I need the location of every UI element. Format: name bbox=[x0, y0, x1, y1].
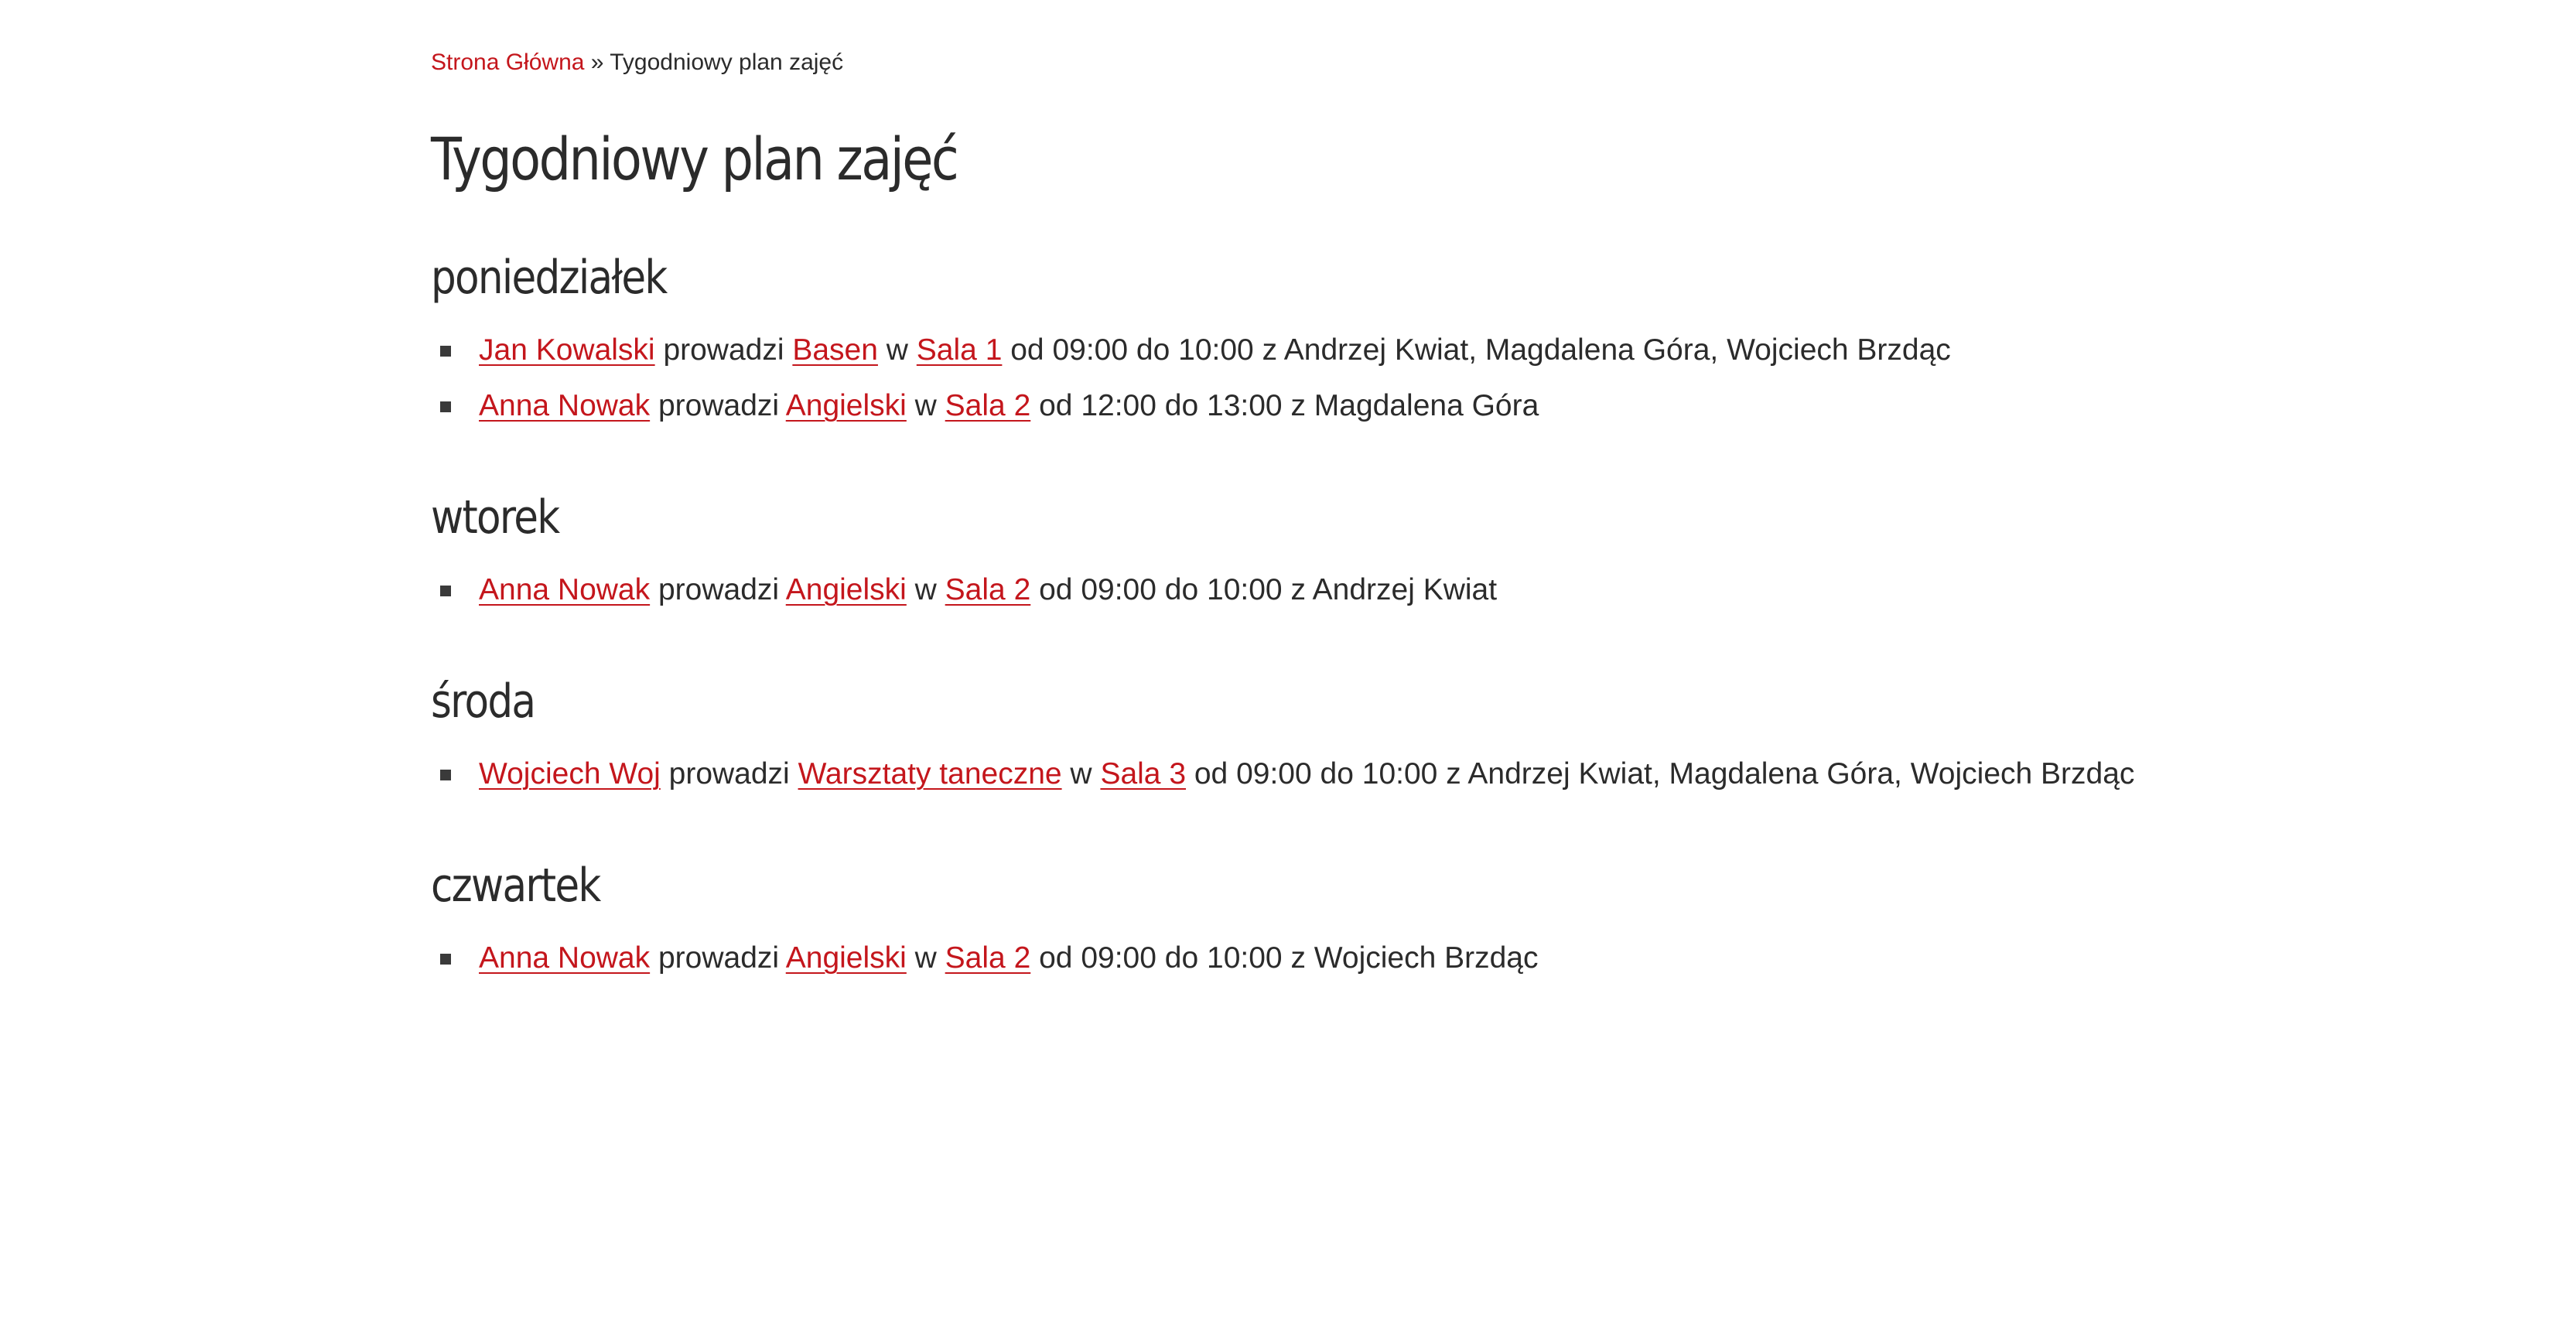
teacher-link[interactable]: Anna Nowak bbox=[479, 941, 650, 975]
text-leads: prowadzi bbox=[650, 573, 786, 607]
list-bullet bbox=[440, 770, 451, 781]
room-link[interactable]: Sala 2 bbox=[945, 389, 1031, 422]
end-time: 13:00 bbox=[1207, 389, 1283, 423]
text-from: od bbox=[1002, 333, 1053, 367]
end-time: 10:00 bbox=[1361, 757, 1438, 791]
participants: Andrzej Kwiat, Magdalena Góra, Wojciech … bbox=[1467, 757, 2135, 791]
list-bullet bbox=[440, 954, 451, 965]
breadcrumb-separator: » bbox=[584, 50, 610, 75]
teacher-link[interactable]: Jan Kowalski bbox=[479, 333, 655, 367]
day-section: czwartek Anna Nowak prowadzi Angielski w … bbox=[431, 858, 2210, 986]
start-time: 09:00 bbox=[1081, 941, 1156, 975]
start-time: 12:00 bbox=[1081, 389, 1156, 423]
participants: Andrzej Kwiat bbox=[1312, 573, 1498, 607]
list-bullet bbox=[440, 586, 451, 597]
text-with: z bbox=[1282, 941, 1314, 975]
activity-link[interactable]: Basen bbox=[792, 333, 878, 367]
breadcrumb: Strona Główna » Tygodniowy plan zajęć bbox=[431, 43, 2210, 82]
text-in: w bbox=[1061, 757, 1101, 791]
breadcrumb-home-link[interactable]: Strona Główna bbox=[431, 50, 584, 75]
text-to: do bbox=[1311, 757, 1362, 791]
day-heading: czwartek bbox=[431, 859, 601, 913]
text-with: z bbox=[1253, 333, 1284, 367]
day-heading: poniedziałek bbox=[431, 251, 668, 306]
page: Strona Główna » Tygodniowy plan zajęć Ty… bbox=[0, 0, 2576, 1342]
room-link[interactable]: Sala 2 bbox=[945, 573, 1031, 606]
breadcrumb-current: Tygodniowy plan zajęć bbox=[610, 50, 844, 75]
end-time: 10:00 bbox=[1178, 333, 1254, 367]
end-time: 10:00 bbox=[1207, 941, 1283, 975]
day-section: środa Wojciech Woj prowadzi Warsztaty tan… bbox=[431, 674, 2210, 802]
schedule-entry: Wojciech Woj prowadzi Warsztaty taneczne… bbox=[440, 746, 2210, 802]
text-from: od bbox=[1030, 573, 1081, 607]
start-time: 09:00 bbox=[1081, 573, 1156, 607]
end-time: 10:00 bbox=[1207, 573, 1283, 607]
text-to: do bbox=[1156, 573, 1207, 607]
text-from: od bbox=[1186, 757, 1237, 791]
text-with: z bbox=[1437, 757, 1468, 791]
day-section: poniedziałek Jan Kowalski prowadzi Basen … bbox=[431, 250, 2210, 434]
schedule: poniedziałek Jan Kowalski prowadzi Basen … bbox=[431, 250, 2210, 986]
participants: Magdalena Góra bbox=[1314, 389, 1539, 423]
schedule-list: Anna Nowak prowadzi Angielski w Sala 2 o… bbox=[431, 562, 2210, 618]
text-from: od bbox=[1030, 389, 1081, 423]
activity-link[interactable]: Angielski bbox=[786, 573, 907, 606]
schedule-list: Jan Kowalski prowadzi Basen w Sala 1 od … bbox=[431, 323, 2210, 434]
day-heading: środa bbox=[431, 674, 536, 729]
day-section: wtorek Anna Nowak prowadzi Angielski w Sa… bbox=[431, 490, 2210, 618]
text-to: do bbox=[1128, 333, 1179, 367]
text-from: od bbox=[1030, 941, 1081, 975]
room-link[interactable]: Sala 3 bbox=[1100, 757, 1186, 791]
text-with: z bbox=[1282, 389, 1314, 423]
text-leads: prowadzi bbox=[654, 333, 793, 367]
room-link[interactable]: Sala 2 bbox=[945, 941, 1031, 975]
page-title: Tygodniowy plan zajęć bbox=[431, 125, 959, 193]
teacher-link[interactable]: Anna Nowak bbox=[479, 389, 650, 422]
text-leads: prowadzi bbox=[660, 757, 798, 791]
start-time: 09:00 bbox=[1236, 757, 1312, 791]
activity-link[interactable]: Angielski bbox=[786, 941, 907, 975]
text-in: w bbox=[906, 573, 945, 607]
schedule-entry: Jan Kowalski prowadzi Basen w Sala 1 od … bbox=[440, 323, 2210, 378]
schedule-list: Anna Nowak prowadzi Angielski w Sala 2 o… bbox=[431, 931, 2210, 986]
start-time: 09:00 bbox=[1052, 333, 1129, 367]
text-in: w bbox=[906, 389, 945, 423]
teacher-link[interactable]: Anna Nowak bbox=[479, 573, 650, 606]
list-bullet bbox=[440, 346, 451, 357]
text-with: z bbox=[1282, 573, 1313, 607]
text-leads: prowadzi bbox=[650, 389, 786, 423]
participants: Wojciech Brzdąc bbox=[1314, 941, 1539, 975]
activity-link[interactable]: Angielski bbox=[786, 389, 907, 422]
text-in: w bbox=[877, 333, 917, 367]
room-link[interactable]: Sala 1 bbox=[917, 333, 1003, 367]
schedule-entry: Anna Nowak prowadzi Angielski w Sala 2 o… bbox=[440, 931, 2210, 986]
schedule-list: Wojciech Woj prowadzi Warsztaty taneczne… bbox=[431, 746, 2210, 802]
text-to: do bbox=[1156, 941, 1207, 975]
participants: Andrzej Kwiat, Magdalena Góra, Wojciech … bbox=[1283, 333, 1951, 367]
schedule-entry: Anna Nowak prowadzi Angielski w Sala 2 o… bbox=[440, 378, 2210, 434]
teacher-link[interactable]: Wojciech Woj bbox=[479, 757, 661, 791]
content: Strona Główna » Tygodniowy plan zajęć Ty… bbox=[431, 43, 2210, 986]
day-heading: wtorek bbox=[431, 490, 560, 545]
activity-link[interactable]: Warsztaty taneczne bbox=[798, 757, 1062, 791]
text-in: w bbox=[906, 941, 945, 975]
schedule-entry: Anna Nowak prowadzi Angielski w Sala 2 o… bbox=[440, 562, 2210, 618]
text-to: do bbox=[1156, 389, 1207, 423]
list-bullet bbox=[440, 401, 451, 413]
text-leads: prowadzi bbox=[650, 941, 786, 975]
